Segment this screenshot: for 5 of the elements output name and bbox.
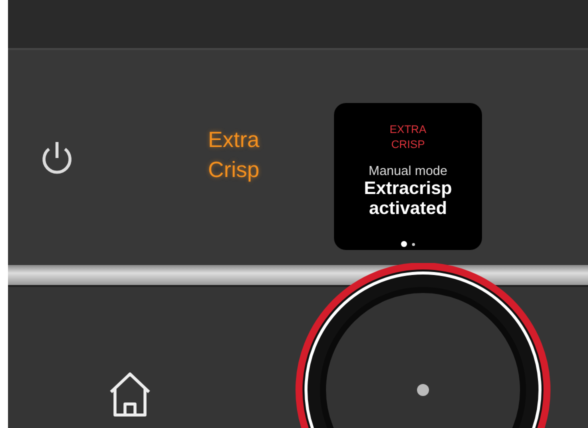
mode-subtitle: Manual mode: [368, 163, 448, 178]
mode-label: Extra Crisp: [208, 126, 260, 184]
display-title: EXTRA CRISP: [388, 123, 428, 153]
control-knob[interactable]: [293, 263, 553, 428]
status-message: Extracrisp activated: [362, 178, 454, 218]
